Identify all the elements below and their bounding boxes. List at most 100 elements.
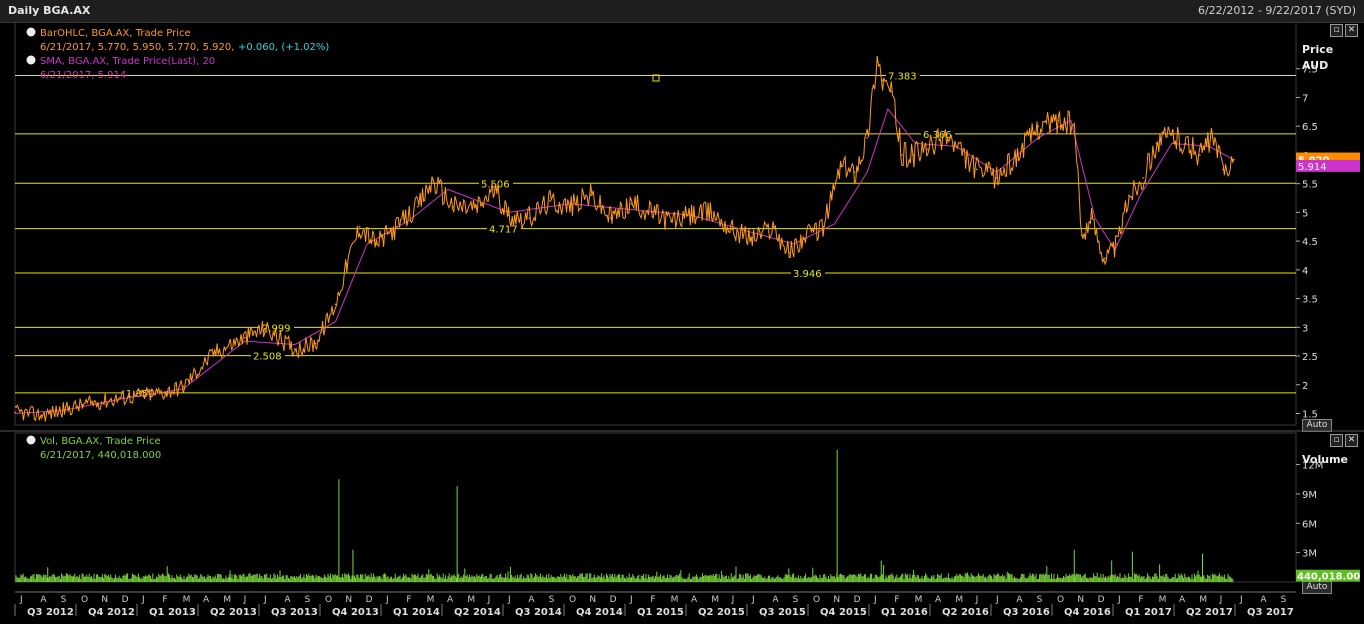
price-point — [212, 352, 215, 354]
price-tick-label: 6.5 — [1302, 122, 1318, 133]
price-point — [927, 148, 929, 150]
month-tick-label: S — [793, 595, 799, 605]
price-point — [772, 225, 774, 228]
month-tick-label: S — [1281, 595, 1287, 605]
date-range: 6/22/2012 - 9/22/2017 (SYD) — [1197, 4, 1356, 17]
month-tick-label: D — [610, 595, 617, 605]
price-point — [163, 391, 166, 394]
month-tick-label: J — [751, 595, 755, 605]
month-tick-label: M — [223, 595, 231, 605]
price-point — [901, 154, 903, 156]
month-tick-label: M — [915, 595, 923, 605]
volume-legend-values: 6/21/2017, 440,018.000 — [40, 450, 161, 461]
price-point — [913, 154, 915, 156]
price-point — [358, 225, 361, 228]
quarter-tick-label: Q3 2012 — [27, 607, 74, 618]
price-point — [1155, 142, 1158, 145]
quarter-tick-label: Q2 2014 — [454, 607, 501, 618]
quarter-tick-label: Q3 2014 — [515, 607, 562, 618]
legend-series-values: 6/21/2017, 5.770, 5.950, 5.770, 5.920, — [40, 42, 234, 53]
price-point — [549, 200, 551, 202]
price-point — [507, 214, 510, 217]
price-point — [476, 206, 478, 209]
price-point — [452, 205, 455, 208]
price-point — [1104, 257, 1106, 260]
month-tick-label: F — [650, 595, 655, 605]
month-tick-label: N — [345, 595, 352, 605]
clock-icon — [26, 435, 36, 445]
price-point — [690, 214, 693, 217]
month-tick-label: O — [1057, 595, 1064, 605]
legend-series-name: SMA, BGA.AX, Trade Price(Last), 20 — [40, 56, 215, 67]
price-point — [630, 202, 633, 205]
month-tick-label: A — [1179, 595, 1186, 605]
price-point — [1184, 142, 1187, 145]
price-point — [1016, 154, 1019, 156]
price-tick-label: 4 — [1302, 266, 1308, 277]
price-point — [263, 327, 266, 330]
quarter-tick-label: Q1 2014 — [393, 607, 440, 618]
price-axis-title: Price — [1302, 43, 1333, 56]
price-point — [853, 171, 856, 173]
price-point — [788, 251, 790, 254]
chart-title: Daily BGA.AX — [8, 4, 91, 17]
price-point — [1057, 119, 1060, 122]
month-tick-label: A — [1016, 595, 1023, 605]
volume-tick-label: 9M — [1302, 490, 1317, 501]
price-point — [1073, 125, 1076, 127]
price-point — [609, 217, 612, 219]
price-line — [14, 56, 1235, 422]
month-tick-label: M — [427, 595, 435, 605]
month-tick-label: J — [1117, 595, 1121, 605]
month-tick-label: M — [183, 595, 191, 605]
month-tick-label: O — [569, 595, 576, 605]
month-tick-label: O — [81, 595, 88, 605]
price-tick-label: 1.5 — [1302, 410, 1318, 421]
quarter-tick-label: Q1 2017 — [1125, 607, 1172, 618]
quarter-tick-label: Q3 2013 — [271, 607, 318, 618]
month-tick-label: J — [19, 595, 23, 605]
level-label: 3.946 — [793, 269, 822, 280]
price-point — [396, 225, 398, 228]
month-tick-label: M — [1159, 595, 1167, 605]
quarter-tick-label: Q1 2015 — [637, 607, 684, 618]
price-point — [589, 194, 592, 196]
price-axis-unit: AUD — [1302, 59, 1328, 72]
volume-tick-label: 3M — [1302, 549, 1317, 560]
quarter-tick-label: Q4 2013 — [332, 607, 379, 618]
price-point — [1170, 134, 1173, 136]
month-tick-label: A — [528, 595, 535, 605]
sma-tag-label: 5.914 — [1298, 162, 1327, 173]
quarter-tick-label: Q1 2016 — [881, 607, 928, 618]
month-tick-label: A — [935, 595, 942, 605]
level-label: 7.383 — [888, 71, 917, 82]
month-tick-label: O — [813, 595, 820, 605]
price-point — [528, 217, 531, 219]
month-tick-label: J — [1239, 595, 1243, 605]
volume-panel-frame — [14, 432, 1297, 583]
month-tick-label: N — [833, 595, 840, 605]
price-point — [81, 404, 84, 406]
price-point — [751, 237, 754, 240]
price-volume-chart[interactable]: 7.576.565.554.543.532.521.5PriceAUD7.383… — [0, 22, 1364, 624]
quarter-tick-label: Q2 2015 — [698, 607, 745, 618]
price-point — [890, 90, 893, 93]
price-point — [1211, 136, 1214, 139]
month-tick-label: J — [995, 595, 999, 605]
clock-icon — [26, 55, 36, 65]
month-tick-label: M — [955, 595, 963, 605]
month-tick-label: N — [589, 595, 596, 605]
price-point — [710, 211, 713, 214]
price-tick-label: 4.5 — [1302, 237, 1318, 248]
quarter-tick-label: Q4 2012 — [88, 607, 135, 618]
month-tick-label: M — [467, 595, 475, 605]
price-point — [334, 303, 337, 306]
price-point — [670, 220, 672, 222]
price-tick-label: 7 — [1302, 93, 1308, 104]
month-tick-label: S — [549, 595, 555, 605]
month-tick-label: F — [406, 595, 411, 605]
price-point — [1222, 168, 1225, 171]
price-tick-label: 3 — [1302, 323, 1308, 334]
price-point — [876, 56, 879, 59]
month-tick-label: A — [447, 595, 454, 605]
